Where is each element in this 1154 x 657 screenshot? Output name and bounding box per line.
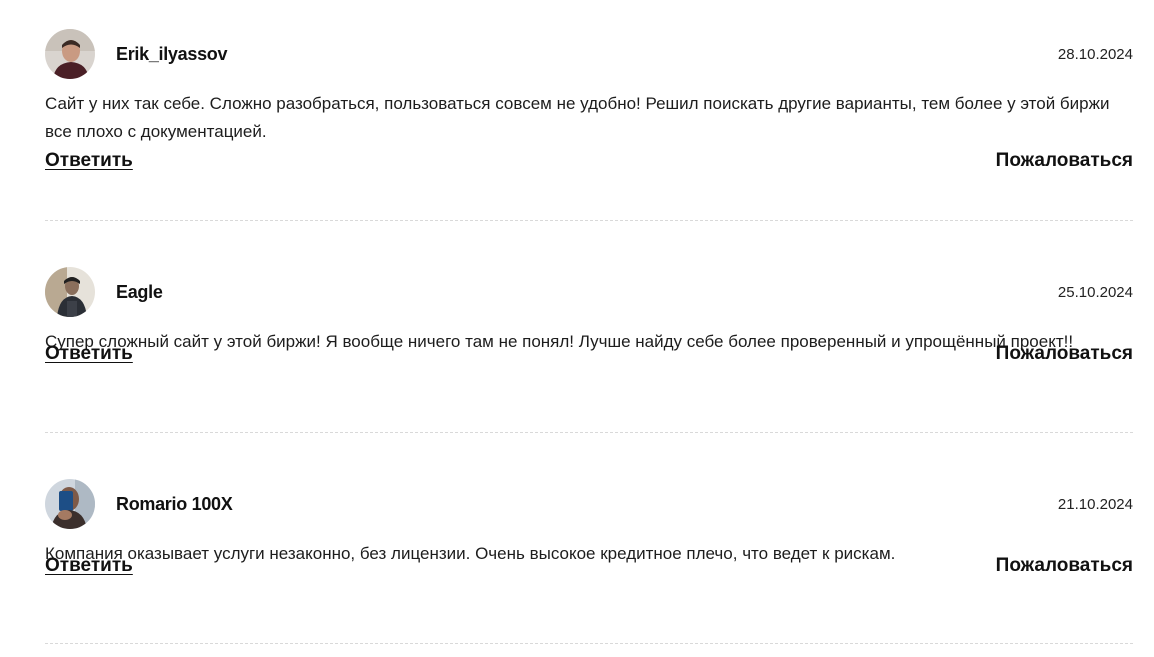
report-link[interactable]: Пожаловаться	[996, 150, 1133, 172]
report-link[interactable]: Пожаловаться	[996, 555, 1133, 577]
comment-header: Eagle 25.10.2024	[45, 266, 1133, 318]
reply-link[interactable]: Ответить	[45, 343, 133, 365]
reply-link[interactable]: Ответить	[45, 555, 133, 577]
avatar	[45, 29, 95, 79]
comment-actions: Ответить Пожаловаться	[45, 150, 1133, 172]
comment-item: Romario 100X 21.10.2024 Компания оказыва…	[45, 433, 1133, 644]
comment-date: 21.10.2024	[1057, 495, 1133, 513]
comment-item: Eagle 25.10.2024 Супер сложный сайт у эт…	[45, 221, 1133, 433]
comment-date: 28.10.2024	[1057, 45, 1133, 63]
comments-list: Erik_ilyassov 28.10.2024 Сайт у них так …	[45, 0, 1133, 644]
author-name: Erik_ilyassov	[116, 43, 228, 64]
comment-header: Romario 100X 21.10.2024	[45, 478, 1133, 530]
avatar	[45, 479, 95, 529]
comment-item: Erik_ilyassov 28.10.2024 Сайт у них так …	[45, 0, 1133, 221]
comment-actions: Ответить Пожаловаться	[45, 343, 1133, 365]
reply-link[interactable]: Ответить	[45, 150, 133, 172]
author-name: Romario 100X	[116, 493, 233, 514]
comment-date: 25.10.2024	[1057, 283, 1133, 301]
author-name: Eagle	[116, 281, 163, 302]
comment-header: Erik_ilyassov 28.10.2024	[45, 28, 1133, 80]
avatar	[45, 267, 95, 317]
comment-actions: Ответить Пожаловаться	[45, 555, 1133, 577]
report-link[interactable]: Пожаловаться	[996, 343, 1133, 365]
comment-text: Сайт у них так себе. Сложно разобраться,…	[45, 94, 1110, 141]
